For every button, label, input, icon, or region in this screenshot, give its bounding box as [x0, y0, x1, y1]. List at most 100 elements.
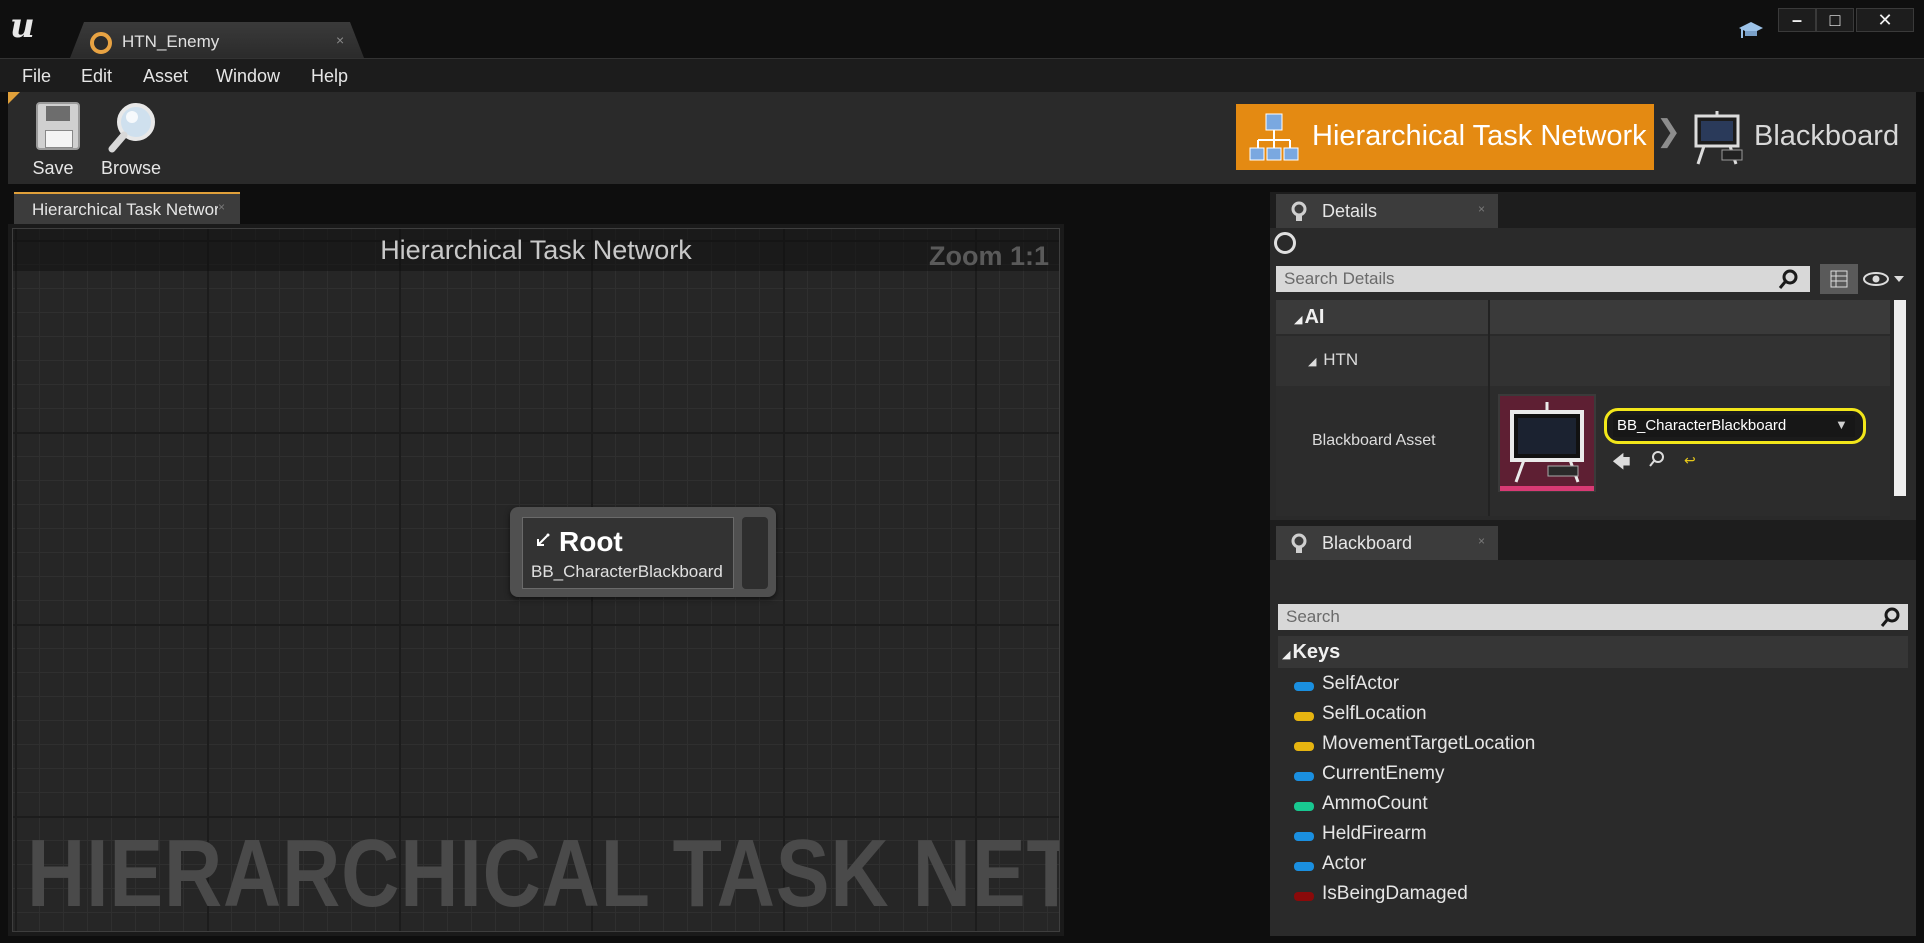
menu-window[interactable]: Window: [216, 66, 280, 87]
expand-triangle-icon: ◢: [1308, 356, 1317, 368]
column-splitter[interactable]: [1488, 300, 1490, 516]
category-htn[interactable]: ◢ HTN: [1276, 336, 1890, 386]
save-button[interactable]: Save: [18, 96, 88, 180]
key-type-object-icon: [1294, 772, 1314, 781]
blackboard-key-row[interactable]: SelfLocation: [1290, 701, 1890, 731]
minimize-button[interactable]: –: [1778, 8, 1816, 32]
asset-thumbnail[interactable]: [1498, 394, 1596, 492]
blackboard-key-row[interactable]: MovementTargetLocation: [1290, 731, 1890, 761]
keys-category-text: Keys: [1292, 641, 1341, 663]
close-tab-icon[interactable]: ×: [1478, 202, 1485, 216]
key-type-object-icon: [1294, 682, 1314, 691]
htn-asset-icon: [90, 32, 112, 54]
blackboard-key-row[interactable]: SelfActor: [1290, 671, 1890, 701]
close-tab-icon[interactable]: ×: [218, 200, 225, 214]
tutorial-cap-icon[interactable]: [1738, 20, 1764, 40]
key-type-int-icon: [1294, 802, 1314, 811]
use-selected-arrow-icon[interactable]: 🡄: [1612, 450, 1631, 480]
save-button-label: Save: [32, 158, 74, 178]
menu-edit[interactable]: Edit: [81, 66, 112, 87]
details-search-input[interactable]: [1276, 266, 1810, 292]
root-node[interactable]: Root BB_CharacterBlackboard: [510, 507, 776, 597]
category-ai-label: ◢ AI: [1294, 306, 1324, 329]
toolbar-accent-corner: [8, 92, 20, 104]
mode-button-htn[interactable]: Hierarchical Task Network: [1236, 104, 1654, 170]
blackboard-easel-icon: [1510, 402, 1584, 483]
category-ai[interactable]: ◢ AI: [1276, 300, 1890, 334]
blackboard-key-name: Actor: [1322, 853, 1367, 874]
blackboard-asset-label: Blackboard Asset: [1312, 432, 1436, 449]
tab-htn-graph[interactable]: Hierarchical Task Network ×: [14, 192, 240, 224]
search-icon: [1778, 269, 1798, 289]
zoom-level: Zoom 1:1: [928, 241, 1049, 271]
close-tab-icon[interactable]: ×: [1478, 534, 1485, 548]
chevron-right-icon: ❯: [1656, 115, 1682, 148]
blackboard-easel-icon[interactable]: [1692, 110, 1746, 166]
graph-header: Hierarchical Task Network Zoom 1:1: [13, 229, 1059, 271]
details-scrollbar[interactable]: [1894, 300, 1906, 496]
blackboard-key-name: HeldFirearm: [1322, 823, 1427, 844]
reset-to-default-icon[interactable]: ↩: [1684, 452, 1696, 469]
unreal-logo-icon: u: [10, 6, 35, 46]
close-window-button[interactable]: ✕: [1856, 8, 1914, 32]
graph-watermark: HIERARCHICAL TASK NETWORK: [27, 820, 1059, 927]
blackboard-asset-combo[interactable]: BB_CharacterBlackboard ▼: [1604, 408, 1866, 444]
blackboard-key-row[interactable]: HeldFirearm: [1290, 821, 1890, 851]
blackboard-tab-label: Blackboard: [1322, 533, 1413, 553]
root-node-body: Root BB_CharacterBlackboard: [522, 517, 734, 589]
lock-icon[interactable]: [1274, 232, 1296, 254]
root-output-pin[interactable]: [742, 517, 768, 589]
dropdown-arrow-icon: ▼: [1835, 417, 1848, 432]
details-tab-label: Details: [1322, 201, 1378, 221]
expand-triangle-icon: ◢: [1282, 649, 1291, 661]
category-htn-text: HTN: [1323, 350, 1359, 369]
menu-help[interactable]: Help: [311, 66, 348, 87]
asset-combo-field: BB_CharacterBlackboard ▼: [1613, 415, 1855, 437]
htn-hierarchy-icon: [1249, 113, 1299, 161]
search-icon: [1880, 607, 1900, 627]
asset-type-color-bar: [1500, 486, 1594, 491]
key-type-object-icon: [1294, 832, 1314, 841]
menu-bar: File Edit Asset Window Help: [0, 58, 1924, 92]
eye-visibility-icon[interactable]: [1862, 268, 1906, 290]
blackboard-key-row[interactable]: CurrentEnemy: [1290, 761, 1890, 791]
asset-combo-value: BB_CharacterBlackboard: [1617, 417, 1787, 434]
keys-list: SelfActor SelfLocation MovementTargetLoc…: [1290, 671, 1890, 911]
details-gear-icon: [1291, 201, 1307, 221]
browse-button[interactable]: Browse: [96, 96, 166, 180]
blackboard-search-input[interactable]: [1278, 604, 1908, 630]
graph-title: Hierarchical Task Network: [380, 235, 692, 265]
browse-asset-icon[interactable]: [1648, 450, 1666, 473]
category-ai-text: AI: [1304, 306, 1325, 328]
document-tab-label: HTN_Enemy: [122, 32, 220, 51]
root-node-title: Root: [559, 526, 623, 557]
key-type-vector-icon: [1294, 712, 1314, 721]
maximize-button[interactable]: □: [1816, 8, 1854, 32]
blackboard-key-name: SelfLocation: [1322, 703, 1427, 724]
key-type-vector-icon: [1294, 742, 1314, 751]
blackboard-key-row[interactable]: IsBeingDamaged: [1290, 881, 1890, 911]
blackboard-key-row[interactable]: Actor: [1290, 851, 1890, 881]
graph-canvas[interactable]: Hierarchical Task Network Zoom 1:1 HIERA…: [12, 228, 1060, 932]
graph-tab-label: Hierarchical Task Network: [32, 200, 218, 219]
browse-magnifier-icon: [108, 103, 155, 153]
blackboard-key-name: CurrentEnemy: [1322, 763, 1445, 784]
tab-details[interactable]: Details ×: [1276, 194, 1498, 228]
blackboard-key-name: IsBeingDamaged: [1322, 883, 1468, 904]
blackboard-key-row[interactable]: AmmoCount: [1290, 791, 1890, 821]
keys-category[interactable]: ◢ Keys: [1278, 636, 1908, 668]
mode-blackboard-label[interactable]: Blackboard: [1754, 120, 1899, 153]
mode-htn-label: Hierarchical Task Network: [1312, 120, 1647, 152]
document-tab[interactable]: HTN_Enemy ×: [70, 22, 364, 58]
blackboard-gear-icon: [1291, 533, 1307, 553]
close-tab-icon[interactable]: ×: [336, 32, 344, 48]
title-bar: u HTN_Enemy × – □ ✕: [0, 0, 1924, 58]
view-options-button[interactable]: [1820, 264, 1858, 294]
browse-button-label: Browse: [100, 158, 162, 178]
menu-asset[interactable]: Asset: [143, 66, 188, 87]
root-node-blackboard: BB_CharacterBlackboard: [531, 562, 723, 581]
key-type-object-icon: [1294, 862, 1314, 871]
tab-blackboard[interactable]: Blackboard ×: [1276, 526, 1498, 560]
menu-file[interactable]: File: [22, 66, 51, 87]
root-arrow-icon: [535, 532, 551, 553]
